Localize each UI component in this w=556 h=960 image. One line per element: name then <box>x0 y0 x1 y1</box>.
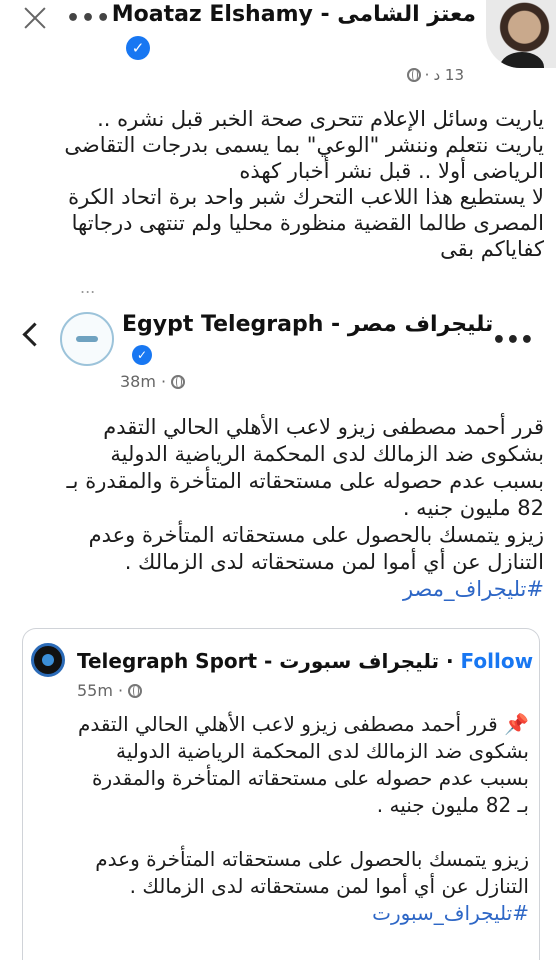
shared-line: بسبب عدم حصوله على مستحقاته المتأخرة وال… <box>66 469 544 493</box>
quoted-line-blank <box>29 819 529 846</box>
shared-line: التنازل عن أي أموا لمن مستحقاته لدى الزم… <box>124 550 544 574</box>
quoted-line: بسبب عدم حصوله على مستحقاته المتأخرة وال… <box>92 766 529 790</box>
verified-badge-icon: ✓ <box>132 345 152 365</box>
post-line: الرياضى أولا .. قبل نشر أخبار كهذه <box>239 159 544 183</box>
shared-page-name[interactable]: Egypt Telegraph - تليجراف مصر <box>122 312 493 337</box>
globe-icon <box>406 68 421 82</box>
quoted-page-logo[interactable] <box>31 643 65 677</box>
author-name[interactable]: Moataz Elshamy - معتز الشامى <box>112 2 476 27</box>
dot-separator: · <box>117 681 124 700</box>
pushpin-icon: 📌 <box>504 712 529 736</box>
quoted-line: بشكوى ضد الزمالك لدى المحكمة الرياضية ال… <box>116 739 529 763</box>
post-meta: 13 د · <box>406 66 464 84</box>
page-logo[interactable] <box>60 312 114 366</box>
dot-separator: · <box>160 372 167 391</box>
more-options-icon[interactable]: ••• <box>66 6 111 31</box>
quoted-line: 📌 قرر أحمد مصطفى زيزو لاعب الأهلي الحالي… <box>29 711 529 738</box>
globe-icon <box>128 683 143 698</box>
shared-post-time[interactable]: 38m <box>120 372 156 391</box>
back-chevron-icon[interactable] <box>18 320 40 350</box>
close-icon[interactable] <box>20 4 50 34</box>
post-line: كفاياكم بقى <box>440 237 544 261</box>
shared-line: قرر أحمد مصطفى زيزو لاعب الأهلي الحالي ا… <box>103 415 544 439</box>
post-header: ••• Moataz Elshamy - معتز الشامى ✓ 13 د … <box>0 0 556 84</box>
dot-separator: · <box>424 66 430 84</box>
globe-icon <box>171 374 186 389</box>
shared-more-options-icon[interactable]: ••• <box>492 328 534 353</box>
quoted-post-meta: 55m · <box>77 681 143 700</box>
quoted-post-card[interactable]: Telegraph Sport - تليجراف سبورت · Follow… <box>22 628 540 960</box>
author-avatar[interactable] <box>486 0 556 68</box>
hashtag-link[interactable]: #تليجراف_سبورت <box>29 900 529 927</box>
quoted-line-text: قرر أحمد مصطفى زيزو لاعب الأهلي الحالي ا… <box>77 712 498 736</box>
post-body: ياريت وسائل الإعلام تتحرى صحة الخبر قبل … <box>14 106 544 262</box>
shared-line: 82 مليون جنيه . <box>402 496 544 520</box>
quoted-line: بـ 82 مليون جنيه . <box>376 793 529 817</box>
post-line: ياريت نتعلم وننشر "الوعي" بما يسمى بدرجا… <box>64 133 544 157</box>
post-line: ياريت وسائل الإعلام تتحرى صحة الخبر قبل … <box>97 107 544 131</box>
follow-button[interactable]: Follow <box>461 649 534 673</box>
verified-badge-icon: ✓ <box>126 36 150 60</box>
quoted-page-name[interactable]: Telegraph Sport - تليجراف سبورت <box>77 649 439 673</box>
shared-line: بشكوى ضد الزمالك لدى المحكمة الرياضية ال… <box>110 442 544 466</box>
quoted-post-body: 📌 قرر أحمد مصطفى زيزو لاعب الأهلي الحالي… <box>29 711 529 927</box>
quoted-line: التنازل عن أي أموا لمن مستحقاته لدى الزم… <box>129 874 529 898</box>
quoted-post-header: Telegraph Sport - تليجراف سبورت · Follow <box>77 649 533 673</box>
see-more-indicator[interactable]: ... <box>80 278 95 297</box>
shared-post-meta: 38m · <box>120 372 186 391</box>
post-line: لا يستطيع هذا اللاعب التحرك شبر واحد برة… <box>68 185 544 209</box>
post-time[interactable]: 13 د <box>433 66 464 84</box>
quoted-post-time[interactable]: 55m <box>77 681 113 700</box>
quoted-line: زيزو يتمسك بالحصول على مستحقاته المتأخرة… <box>95 847 529 871</box>
hashtag-link[interactable]: #تليجراف_مصر <box>14 576 544 603</box>
separator: · <box>439 649 461 673</box>
shared-line: زيزو يتمسك بالحصول على مستحقاته المتأخرة… <box>88 523 544 547</box>
post-line: المصرى طالما القضية منظورة محليا ولم تنت… <box>71 211 544 235</box>
shared-post-body: قرر أحمد مصطفى زيزو لاعب الأهلي الحالي ا… <box>14 414 544 603</box>
